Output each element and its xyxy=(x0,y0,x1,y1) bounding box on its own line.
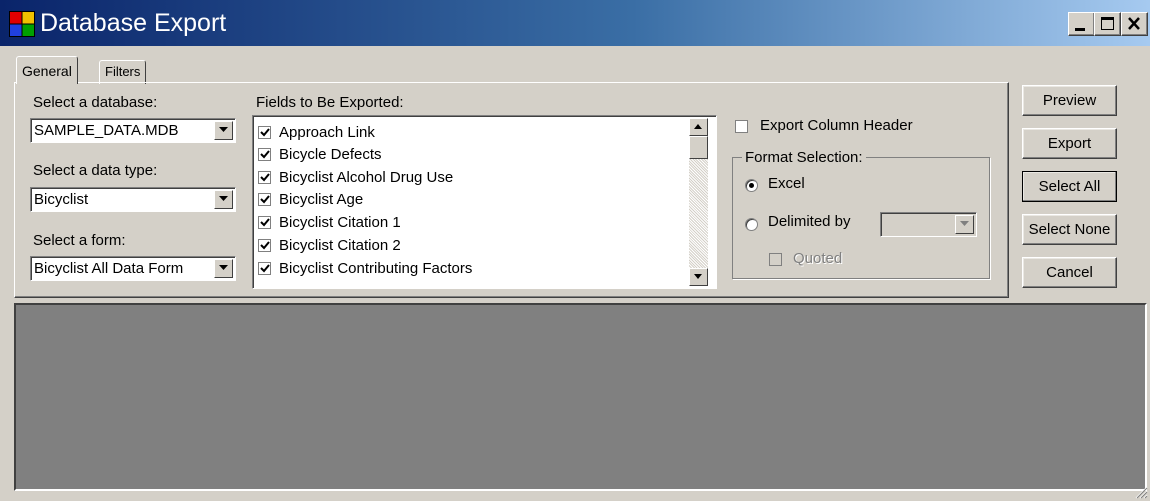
list-item-label: Bicyclist Alcohol Drug Use xyxy=(279,169,454,186)
minimize-icon xyxy=(1075,28,1085,31)
chevron-up-icon xyxy=(694,124,702,129)
checkbox-checked[interactable] xyxy=(258,126,271,139)
fields-label: Fields to Be Exported: xyxy=(256,94,404,111)
title-bar[interactable]: Database Export xyxy=(0,0,1150,46)
delimiter-select[interactable] xyxy=(880,212,977,237)
scroll-up-button[interactable] xyxy=(689,118,708,136)
preview-button[interactable]: Preview xyxy=(1022,85,1117,116)
check-icon xyxy=(260,195,270,204)
chevron-down-icon xyxy=(219,265,228,270)
quoted-checkbox[interactable] xyxy=(769,253,782,266)
check-icon xyxy=(260,173,270,182)
fields-scrollbar[interactable] xyxy=(689,118,708,286)
excel-radio[interactable] xyxy=(745,179,758,192)
checkbox-checked[interactable] xyxy=(258,239,271,252)
cancel-button[interactable]: Cancel xyxy=(1022,257,1117,288)
delimited-label: Delimited by xyxy=(768,213,851,230)
database-dropdown-button[interactable] xyxy=(214,121,233,140)
quoted-label: Quoted xyxy=(793,250,843,267)
radio-selected-dot xyxy=(749,183,754,188)
window-title: Database Export xyxy=(40,9,227,37)
select-all-button[interactable]: Select All xyxy=(1022,171,1117,202)
close-icon xyxy=(1128,17,1140,30)
checkbox-checked[interactable] xyxy=(258,193,271,206)
check-icon xyxy=(260,218,270,227)
preview-area xyxy=(14,303,1147,491)
scroll-down-button[interactable] xyxy=(689,268,708,286)
data-type-select[interactable]: Bicyclist xyxy=(30,187,236,212)
database-label: Select a database: xyxy=(33,94,158,111)
check-icon xyxy=(260,264,270,273)
data-type-value: Bicyclist xyxy=(34,191,89,208)
data-type-dropdown-button[interactable] xyxy=(214,190,233,209)
checkbox-checked[interactable] xyxy=(258,216,271,229)
form-select[interactable]: Bicyclist All Data Form xyxy=(30,256,236,281)
list-item-label: Bicyclist Contributing Factors xyxy=(279,260,473,277)
list-item-label: Bicyclist Citation 2 xyxy=(279,237,401,254)
list-item-label: Bicyclist Citation 1 xyxy=(279,214,401,231)
chevron-down-icon xyxy=(694,274,702,279)
list-item-label: Bicycle Defects xyxy=(279,146,382,163)
tab-filters[interactable]: Filters xyxy=(99,60,147,84)
tab-general[interactable]: General xyxy=(16,56,78,84)
form-label: Select a form: xyxy=(33,232,126,249)
export-button[interactable]: Export xyxy=(1022,128,1117,159)
list-item-label: Approach Link xyxy=(279,124,375,141)
check-icon xyxy=(260,241,270,250)
select-none-button[interactable]: Select None xyxy=(1022,214,1117,245)
checkbox-checked[interactable] xyxy=(258,171,271,184)
data-type-label: Select a data type: xyxy=(33,162,158,179)
fields-checklist[interactable]: Approach Link Bicycle Defects Bicyclist … xyxy=(252,115,717,289)
format-selection-legend: Format Selection: xyxy=(742,149,866,166)
delimited-radio[interactable] xyxy=(745,218,758,231)
close-button[interactable] xyxy=(1121,12,1148,36)
chevron-down-icon xyxy=(960,221,969,226)
checkbox-checked[interactable] xyxy=(258,148,271,161)
maximize-button[interactable] xyxy=(1094,12,1121,36)
check-icon xyxy=(260,150,270,159)
chevron-down-icon xyxy=(219,196,228,201)
scroll-thumb[interactable] xyxy=(689,136,708,159)
resize-grip-icon[interactable] xyxy=(1134,485,1148,499)
minimize-button[interactable] xyxy=(1068,12,1095,36)
chevron-down-icon xyxy=(219,127,228,132)
checkbox-checked[interactable] xyxy=(258,262,271,275)
app-icon xyxy=(9,11,35,37)
form-dropdown-button[interactable] xyxy=(214,259,233,278)
database-select[interactable]: SAMPLE_DATA.MDB xyxy=(30,118,236,143)
list-item-label: Bicyclist Age xyxy=(279,191,364,208)
delimiter-dropdown-button[interactable] xyxy=(955,215,974,234)
export-column-header-label: Export Column Header xyxy=(760,117,913,134)
excel-label: Excel xyxy=(768,175,805,192)
export-column-header-checkbox[interactable] xyxy=(735,120,748,133)
database-value: SAMPLE_DATA.MDB xyxy=(34,122,179,139)
check-icon xyxy=(260,128,270,137)
maximize-icon xyxy=(1101,17,1114,30)
form-value: Bicyclist All Data Form xyxy=(34,260,184,277)
